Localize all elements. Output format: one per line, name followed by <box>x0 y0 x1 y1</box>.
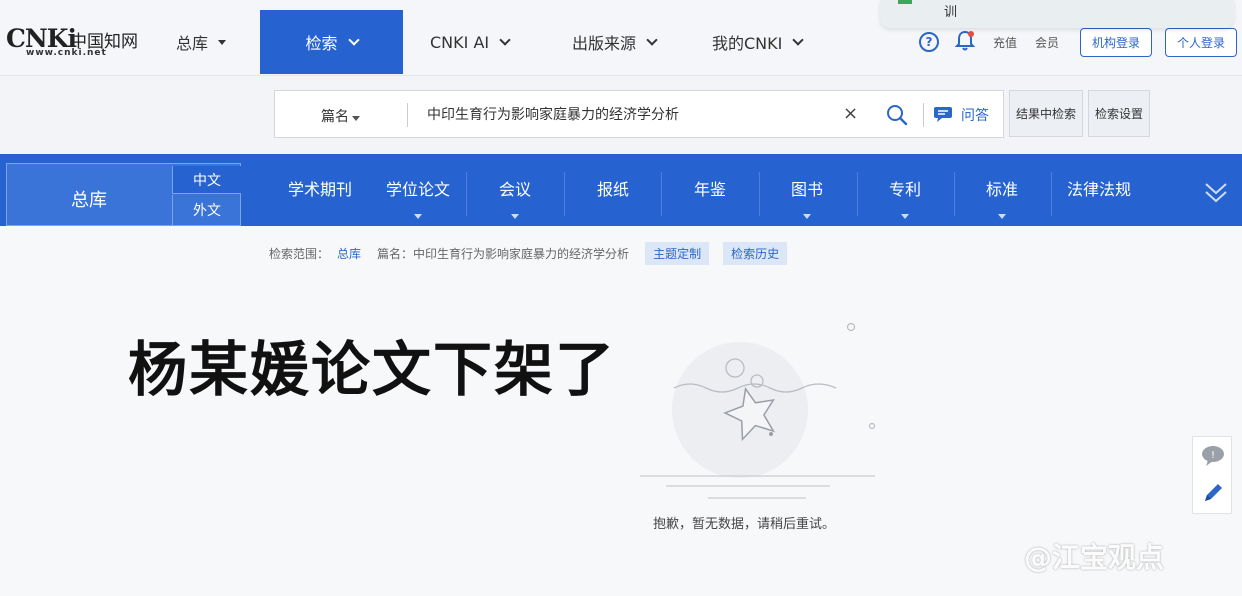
scope-label: 检索范围： <box>269 247 330 261</box>
category-laws[interactable]: 法律法规 <box>1067 176 1131 200</box>
nav-label: 总库 <box>176 34 209 53</box>
caret-down-icon <box>901 214 909 219</box>
divider <box>466 172 467 216</box>
feedback-icon[interactable]: ! <box>1201 445 1225 467</box>
logo-url: www.cnki.net <box>26 48 107 58</box>
nav-label: CNKI AI <box>430 32 490 52</box>
query-value: 中印生育行为影响家庭暴力的经济学分析 <box>413 247 630 261</box>
category-books[interactable]: 图书 <box>791 176 823 200</box>
nav-label: 我的CNKI <box>712 34 783 53</box>
search-in-results-button[interactable]: 结果中检索 <box>1009 90 1083 137</box>
search-box: 篇名 × 问答 <box>274 90 1004 138</box>
search-history-button[interactable]: 检索历史 <box>723 242 788 265</box>
chat-bubble-icon[interactable] <box>933 105 953 123</box>
category-bar: 总库 中文 外文 学术期刊 学位论文 会议 报纸 年鉴 图书 专利 标准 法律法… <box>0 154 1242 226</box>
divider <box>759 172 760 216</box>
institution-login-button[interactable]: 机构登录 <box>1080 28 1152 57</box>
category-conferences[interactable]: 会议 <box>499 176 531 200</box>
search-input[interactable] <box>427 101 847 127</box>
member-link[interactable]: 会员 <box>1035 34 1059 51</box>
caret-down-icon <box>998 214 1006 219</box>
caret-down-icon <box>803 214 811 219</box>
caret-down-icon <box>414 214 422 219</box>
pencil-icon[interactable] <box>1201 481 1225 505</box>
chevron-down-icon <box>347 33 360 46</box>
category-total-library[interactable]: 总库 中文 外文 <box>6 163 241 226</box>
empty-state-message: 抱歉，暂无数据，请稍后重试。 <box>653 517 836 532</box>
qa-label[interactable]: 问答 <box>961 105 989 125</box>
overlay-caption: 杨某媛论文下架了 <box>128 335 617 404</box>
nav-label: 出版来源 <box>572 34 637 53</box>
search-field-select[interactable]: 篇名 <box>321 106 360 126</box>
svg-text:!: ! <box>1211 450 1215 461</box>
scope-value[interactable]: 总库 <box>337 245 361 262</box>
recharge-link[interactable]: 充值 <box>993 34 1017 51</box>
category-newspapers[interactable]: 报纸 <box>597 176 629 200</box>
category-yearbooks[interactable]: 年鉴 <box>694 176 726 200</box>
lang-foreign-tab[interactable]: 外文 <box>172 195 241 225</box>
nav-label: 检索 <box>305 34 338 53</box>
divider <box>923 103 924 127</box>
category-patents[interactable]: 专利 <box>889 176 921 200</box>
search-settings-button[interactable]: 检索设置 <box>1088 90 1150 137</box>
floating-toolbar: ! <box>1192 436 1232 514</box>
popup-text: 训 <box>944 5 958 20</box>
divider <box>857 172 858 216</box>
divider <box>564 172 565 216</box>
caret-down-icon <box>218 39 227 45</box>
divider <box>954 172 955 216</box>
nav-my-cnki[interactable]: 我的CNKI <box>712 10 805 74</box>
topic-custom-button[interactable]: 主题定制 <box>645 242 710 265</box>
bell-icon[interactable] <box>955 30 975 52</box>
notification-popup[interactable]: 训 <box>880 0 1234 28</box>
double-chevron-down-icon[interactable] <box>1203 180 1229 206</box>
search-scope-row: 检索范围： 总库 篇名： 中印生育行为影响家庭暴力的经济学分析 主题定制 检索历… <box>269 242 795 265</box>
caret-down-icon <box>352 116 360 121</box>
search-row: 篇名 × 问答 结果中检索 检索设置 <box>0 76 1242 154</box>
nav-publication-source[interactable]: 出版来源 <box>572 10 658 74</box>
category-main-label: 总库 <box>71 190 107 211</box>
popup-accent-bar <box>898 0 912 4</box>
divider <box>1051 172 1052 216</box>
empty-state-illustration <box>640 322 876 499</box>
search-field-label: 篇名 <box>321 109 349 125</box>
chevron-down-icon <box>646 33 658 46</box>
category-journals[interactable]: 学术期刊 <box>288 176 352 200</box>
divider <box>661 172 662 216</box>
nav-search[interactable]: 检索 <box>260 10 403 74</box>
personal-login-button[interactable]: 个人登录 <box>1165 28 1237 57</box>
nav-cnki-ai[interactable]: CNKI AI <box>430 10 511 74</box>
divider <box>407 103 408 127</box>
help-icon[interactable]: ? <box>919 32 939 52</box>
cnki-logo[interactable]: CNKi 中国知网 www.cnki.net <box>6 24 138 60</box>
clear-icon[interactable]: × <box>843 103 858 124</box>
watermark: @江宝观点 <box>1024 541 1165 574</box>
lang-chinese-tab[interactable]: 中文 <box>172 166 241 194</box>
query-label: 篇名： <box>377 247 414 261</box>
search-icon[interactable] <box>886 104 908 126</box>
caret-down-icon <box>511 214 519 219</box>
category-dissertations[interactable]: 学位论文 <box>386 176 450 200</box>
chevron-down-icon <box>792 33 805 46</box>
chevron-down-icon <box>499 33 511 46</box>
nav-total-library[interactable]: 总库 <box>176 10 227 74</box>
category-standards[interactable]: 标准 <box>986 176 1018 200</box>
